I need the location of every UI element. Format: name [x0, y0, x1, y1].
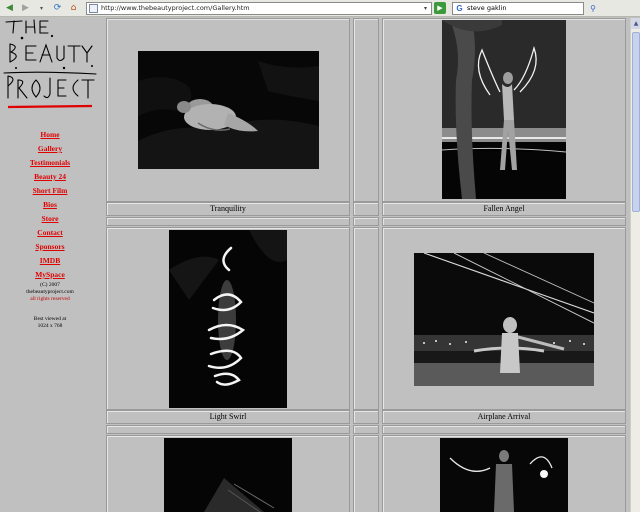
- gallery-separator: [382, 217, 626, 226]
- logo-underline: [7, 104, 93, 109]
- best-viewed-note: Best viewed at 1024 x 768: [0, 316, 100, 330]
- gallery-separator: [106, 217, 350, 226]
- go-icon[interactable]: ▶: [434, 2, 446, 14]
- forward-icon[interactable]: ▶: [19, 2, 32, 15]
- gallery-separator: [353, 217, 379, 226]
- url-input[interactable]: [101, 4, 421, 12]
- gallery-photo-airplane-arrival[interactable]: [414, 253, 594, 386]
- address-bar[interactable]: ▾: [86, 1, 432, 15]
- nav-link-short-film[interactable]: Short Film: [0, 184, 100, 198]
- home-icon[interactable]: ⌂: [67, 2, 80, 15]
- nav-link-bios[interactable]: Bios: [0, 198, 100, 212]
- search-box[interactable]: G: [452, 1, 584, 15]
- copyright-domain: thebeautyproject.com: [26, 289, 74, 295]
- scrollbar-thumb[interactable]: [632, 32, 640, 212]
- search-icon[interactable]: ⚲: [587, 3, 599, 14]
- nav-link-home[interactable]: Home: [0, 128, 100, 142]
- copyright-notice: (C) 2007 thebeautyproject.com all rights…: [0, 282, 100, 303]
- caption-airplane-arrival: Airplane Arrival: [477, 412, 531, 421]
- best-viewed-label: Best viewed at: [33, 316, 67, 322]
- nav-link-beauty-24[interactable]: Beauty 24: [0, 170, 100, 184]
- nav-link-gallery[interactable]: Gallery: [0, 142, 100, 156]
- gallery-spacer-cell: [353, 435, 379, 512]
- site-nav: Home Gallery Testimonials Beauty 24 Shor…: [0, 128, 100, 282]
- nav-link-myspace[interactable]: MySpace: [0, 268, 100, 282]
- search-input[interactable]: [467, 4, 577, 12]
- gallery-photo-fallen-angel[interactable]: [442, 20, 566, 199]
- gallery-photo-tranquility[interactable]: [138, 51, 319, 169]
- gallery-spacer-cell: [353, 202, 379, 216]
- gallery-separator: [106, 425, 350, 434]
- scroll-up-arrow-icon[interactable]: ▲: [631, 18, 640, 29]
- google-icon[interactable]: G: [454, 3, 465, 14]
- history-dropdown-icon[interactable]: ▾: [35, 2, 48, 15]
- browser-toolbar: ◀ ▶ ▾ ⟳ ⌂ ▾ ▶ G ⚲: [0, 0, 640, 17]
- page-favicon-icon: [89, 3, 98, 13]
- nav-link-contact[interactable]: Contact: [0, 226, 100, 240]
- gallery-grid: Tranquility Fallen Angel Light Swirl Air…: [106, 18, 628, 512]
- gallery-spacer-cell: [353, 18, 379, 202]
- nav-link-store[interactable]: Store: [0, 212, 100, 226]
- gallery-spacer-cell: [353, 227, 379, 410]
- caption-tranquility: Tranquility: [210, 204, 246, 213]
- caption-fallen-angel: Fallen Angel: [483, 204, 525, 213]
- best-viewed-resolution: 1024 x 768: [37, 323, 63, 329]
- gallery-photo-light-swirl[interactable]: [169, 230, 287, 408]
- gallery-photo[interactable]: [440, 438, 568, 512]
- back-icon[interactable]: ◀: [3, 2, 16, 15]
- url-dropdown-icon[interactable]: ▾: [421, 3, 430, 14]
- nav-link-testimonials[interactable]: Testimonials: [0, 156, 100, 170]
- page-scrollbar[interactable]: ▲: [630, 18, 640, 512]
- caption-light-swirl: Light Swirl: [209, 412, 247, 421]
- site-sidebar: Home Gallery Testimonials Beauty 24 Shor…: [0, 18, 104, 512]
- refresh-icon[interactable]: ⟳: [51, 2, 64, 15]
- gallery-spacer-cell: [353, 410, 379, 424]
- gallery-separator: [382, 425, 626, 434]
- gallery-photo[interactable]: [164, 438, 292, 512]
- nav-link-imdb[interactable]: IMDB: [0, 254, 100, 268]
- copyright-year: (C) 2007: [40, 282, 60, 288]
- nav-link-sponsors[interactable]: Sponsors: [0, 240, 100, 254]
- site-logo[interactable]: [2, 18, 98, 110]
- gallery-separator: [353, 425, 379, 434]
- copyright-rights: all rights reserved: [30, 296, 70, 302]
